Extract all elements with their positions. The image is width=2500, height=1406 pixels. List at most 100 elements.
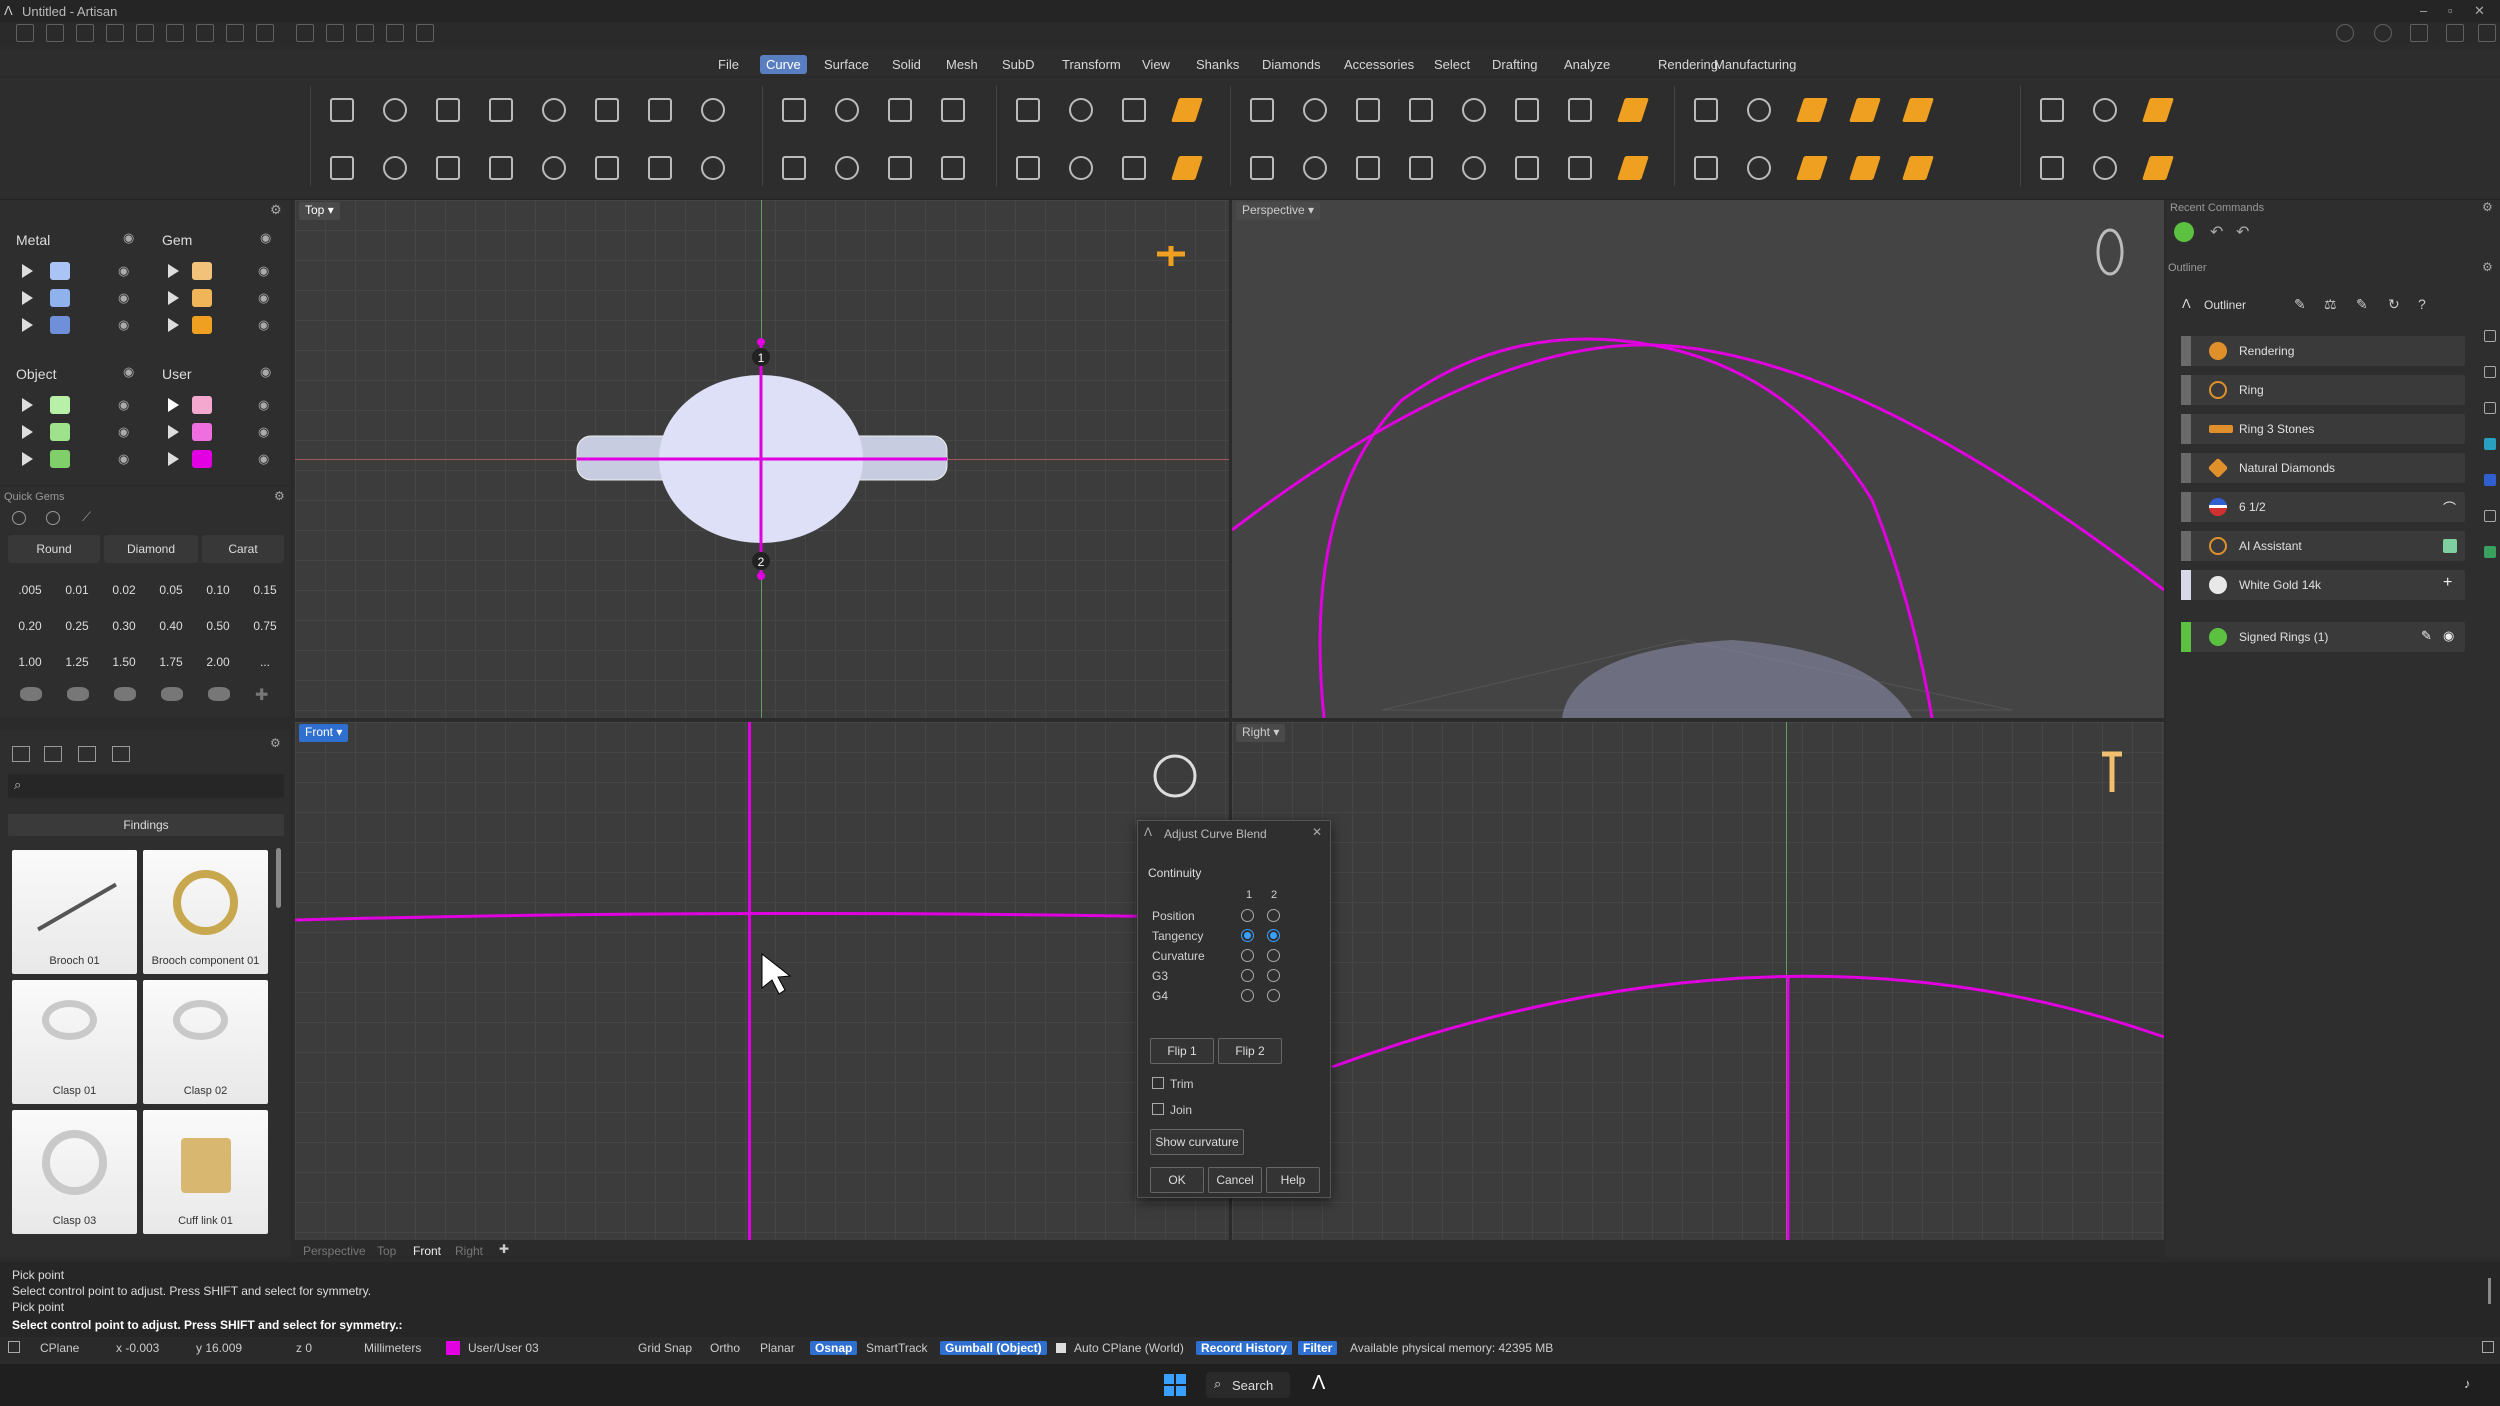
control-point[interactable]: [757, 572, 765, 580]
cplane-label[interactable]: CPlane: [40, 1341, 79, 1355]
menu-subd[interactable]: SubD: [996, 55, 1041, 74]
carat-value[interactable]: 0.30: [104, 619, 144, 633]
toolbar-tool-icon[interactable]: [320, 146, 360, 186]
command-scrollbar[interactable]: [2488, 1278, 2491, 1304]
maximize-icon[interactable]: ▫: [2448, 3, 2453, 18]
toolbar-tool-icon[interactable]: [1006, 88, 1046, 128]
help-icon[interactable]: ?: [2418, 296, 2426, 312]
toolbar-tool-icon[interactable]: [1346, 88, 1386, 128]
toolbar-tool-icon[interactable]: [1737, 146, 1777, 186]
toolbar-tool-icon[interactable]: [585, 146, 625, 186]
menu-accessories[interactable]: Accessories: [1338, 55, 1420, 74]
toolbar-tool-icon[interactable]: [532, 146, 572, 186]
edit-icon[interactable]: ✎: [2421, 628, 2432, 644]
play-icon[interactable]: [168, 291, 179, 305]
eye-icon[interactable]: ◉: [118, 263, 129, 279]
minimize-icon[interactable]: –: [2420, 3, 2427, 18]
layer-swatch-user-1[interactable]: [192, 396, 212, 414]
layer-swatch-object-1[interactable]: [50, 396, 70, 414]
eye-icon[interactable]: ◉: [2443, 628, 2454, 644]
gem-pin-icon[interactable]: ✚: [255, 685, 268, 705]
g4-radio-2[interactable]: [1267, 989, 1280, 1002]
toolbar-tool-icon[interactable]: [1240, 146, 1280, 186]
toolbar-tool-icon[interactable]: [1059, 146, 1099, 186]
quick-gems-settings-icon[interactable]: ⚙: [274, 489, 285, 503]
image-icon[interactable]: [78, 746, 96, 762]
layer-swatch-metal-2[interactable]: [50, 289, 70, 307]
gem-shape-icon[interactable]: [114, 687, 136, 701]
tangency-radio-2[interactable]: [1267, 929, 1280, 942]
toolbar-tool-icon[interactable]: [1112, 146, 1152, 186]
carat-value[interactable]: 0.05: [151, 583, 191, 597]
toolbar-tool-icon[interactable]: [1293, 146, 1333, 186]
flip-2-button[interactable]: Flip 2: [1218, 1038, 1282, 1064]
gem-tool-icon[interactable]: ⟋: [82, 509, 91, 525]
play-icon[interactable]: [168, 318, 179, 332]
open-folder-icon[interactable]: [76, 24, 94, 42]
outliner-item-rendering[interactable]: Rendering: [2181, 336, 2465, 366]
viewport-tab-right[interactable]: Right: [455, 1244, 483, 1258]
viewport-perspective[interactable]: Perspective ▾: [1232, 200, 2164, 718]
side-tool-icon[interactable]: [2484, 546, 2496, 558]
planar-toggle[interactable]: Planar: [760, 1341, 795, 1355]
toolbar-tool-icon[interactable]: [1240, 88, 1280, 128]
carat-value[interactable]: 0.02: [104, 583, 144, 597]
position-radio-2[interactable]: [1267, 909, 1280, 922]
toolbar-tool-icon[interactable]: [1896, 146, 1936, 186]
layer-swatch-user-2[interactable]: [192, 423, 212, 441]
close-icon[interactable]: ✕: [1312, 825, 1322, 839]
gem-shape-icon[interactable]: [20, 687, 42, 701]
trim-checkbox[interactable]: [1152, 1077, 1164, 1089]
play-icon[interactable]: [22, 291, 33, 305]
new-file-icon[interactable]: [16, 24, 34, 42]
gem-shape-round-button[interactable]: Round: [8, 535, 100, 563]
panel-toggle-icon[interactable]: [2482, 1341, 2494, 1353]
toolbar-tool-icon[interactable]: [1112, 88, 1152, 128]
layer-swatch-gem-1[interactable]: [192, 262, 212, 280]
toolbar-tool-icon[interactable]: [825, 88, 865, 128]
toolbar-tool-icon[interactable]: [1684, 88, 1724, 128]
ring-sizer-icon[interactable]: ⌒: [2443, 498, 2456, 517]
redo-icon[interactable]: [166, 24, 184, 42]
play-icon[interactable]: [22, 264, 33, 278]
toolbar-tool-icon[interactable]: [1399, 146, 1439, 186]
help-icon[interactable]: [2336, 24, 2354, 42]
menu-file[interactable]: File: [712, 55, 745, 74]
ok-button[interactable]: OK: [1150, 1167, 1204, 1193]
toolbar-tool-icon[interactable]: [1684, 146, 1724, 186]
toolbar-tool-icon[interactable]: [1896, 88, 1936, 128]
outliner-item-ring-3-stones[interactable]: Ring 3 Stones: [2181, 414, 2465, 444]
join-checkbox[interactable]: [1152, 1103, 1164, 1115]
carat-value[interactable]: 0.20: [10, 619, 50, 633]
settings-icon[interactable]: [416, 24, 434, 42]
osnap-toggle[interactable]: Osnap: [810, 1341, 858, 1355]
outliner-item-white-gold-14k[interactable]: White Gold 14k +: [2181, 570, 2465, 600]
eye-icon[interactable]: ◉: [118, 317, 129, 333]
windows-start-icon[interactable]: [1164, 1374, 1186, 1396]
play-icon[interactable]: [168, 425, 179, 439]
export-icon[interactable]: [256, 24, 274, 42]
play-icon[interactable]: [22, 318, 33, 332]
user-icon[interactable]: [2478, 24, 2496, 42]
library-category-dropdown[interactable]: Findings: [8, 814, 284, 836]
play-icon[interactable]: [168, 452, 179, 466]
menu-surface[interactable]: Surface: [818, 55, 875, 74]
toolbar-tool-icon[interactable]: [2083, 146, 2123, 186]
toolbar-tool-icon[interactable]: [1452, 88, 1492, 128]
cloud-icon[interactable]: [2410, 24, 2428, 42]
toolbar-tool-icon[interactable]: [2136, 88, 2176, 128]
curvature-radio-1[interactable]: [1241, 949, 1254, 962]
account-icon[interactable]: [2374, 24, 2392, 42]
play-icon[interactable]: [22, 398, 33, 412]
g3-radio-2[interactable]: [1267, 969, 1280, 982]
menu-analyze[interactable]: Analyze: [1558, 55, 1616, 74]
carat-value[interactable]: 0.25: [57, 619, 97, 633]
curvature-radio-2[interactable]: [1267, 949, 1280, 962]
toolbar-tool-icon[interactable]: [1505, 88, 1545, 128]
carat-value[interactable]: 2.00: [198, 655, 238, 669]
gem-shape-icon[interactable]: [67, 687, 89, 701]
menu-solid[interactable]: Solid: [886, 55, 927, 74]
add-viewport-icon[interactable]: ✚: [499, 1242, 509, 1256]
menu-view[interactable]: View: [1136, 55, 1176, 74]
menu-drafting[interactable]: Drafting: [1486, 55, 1544, 74]
